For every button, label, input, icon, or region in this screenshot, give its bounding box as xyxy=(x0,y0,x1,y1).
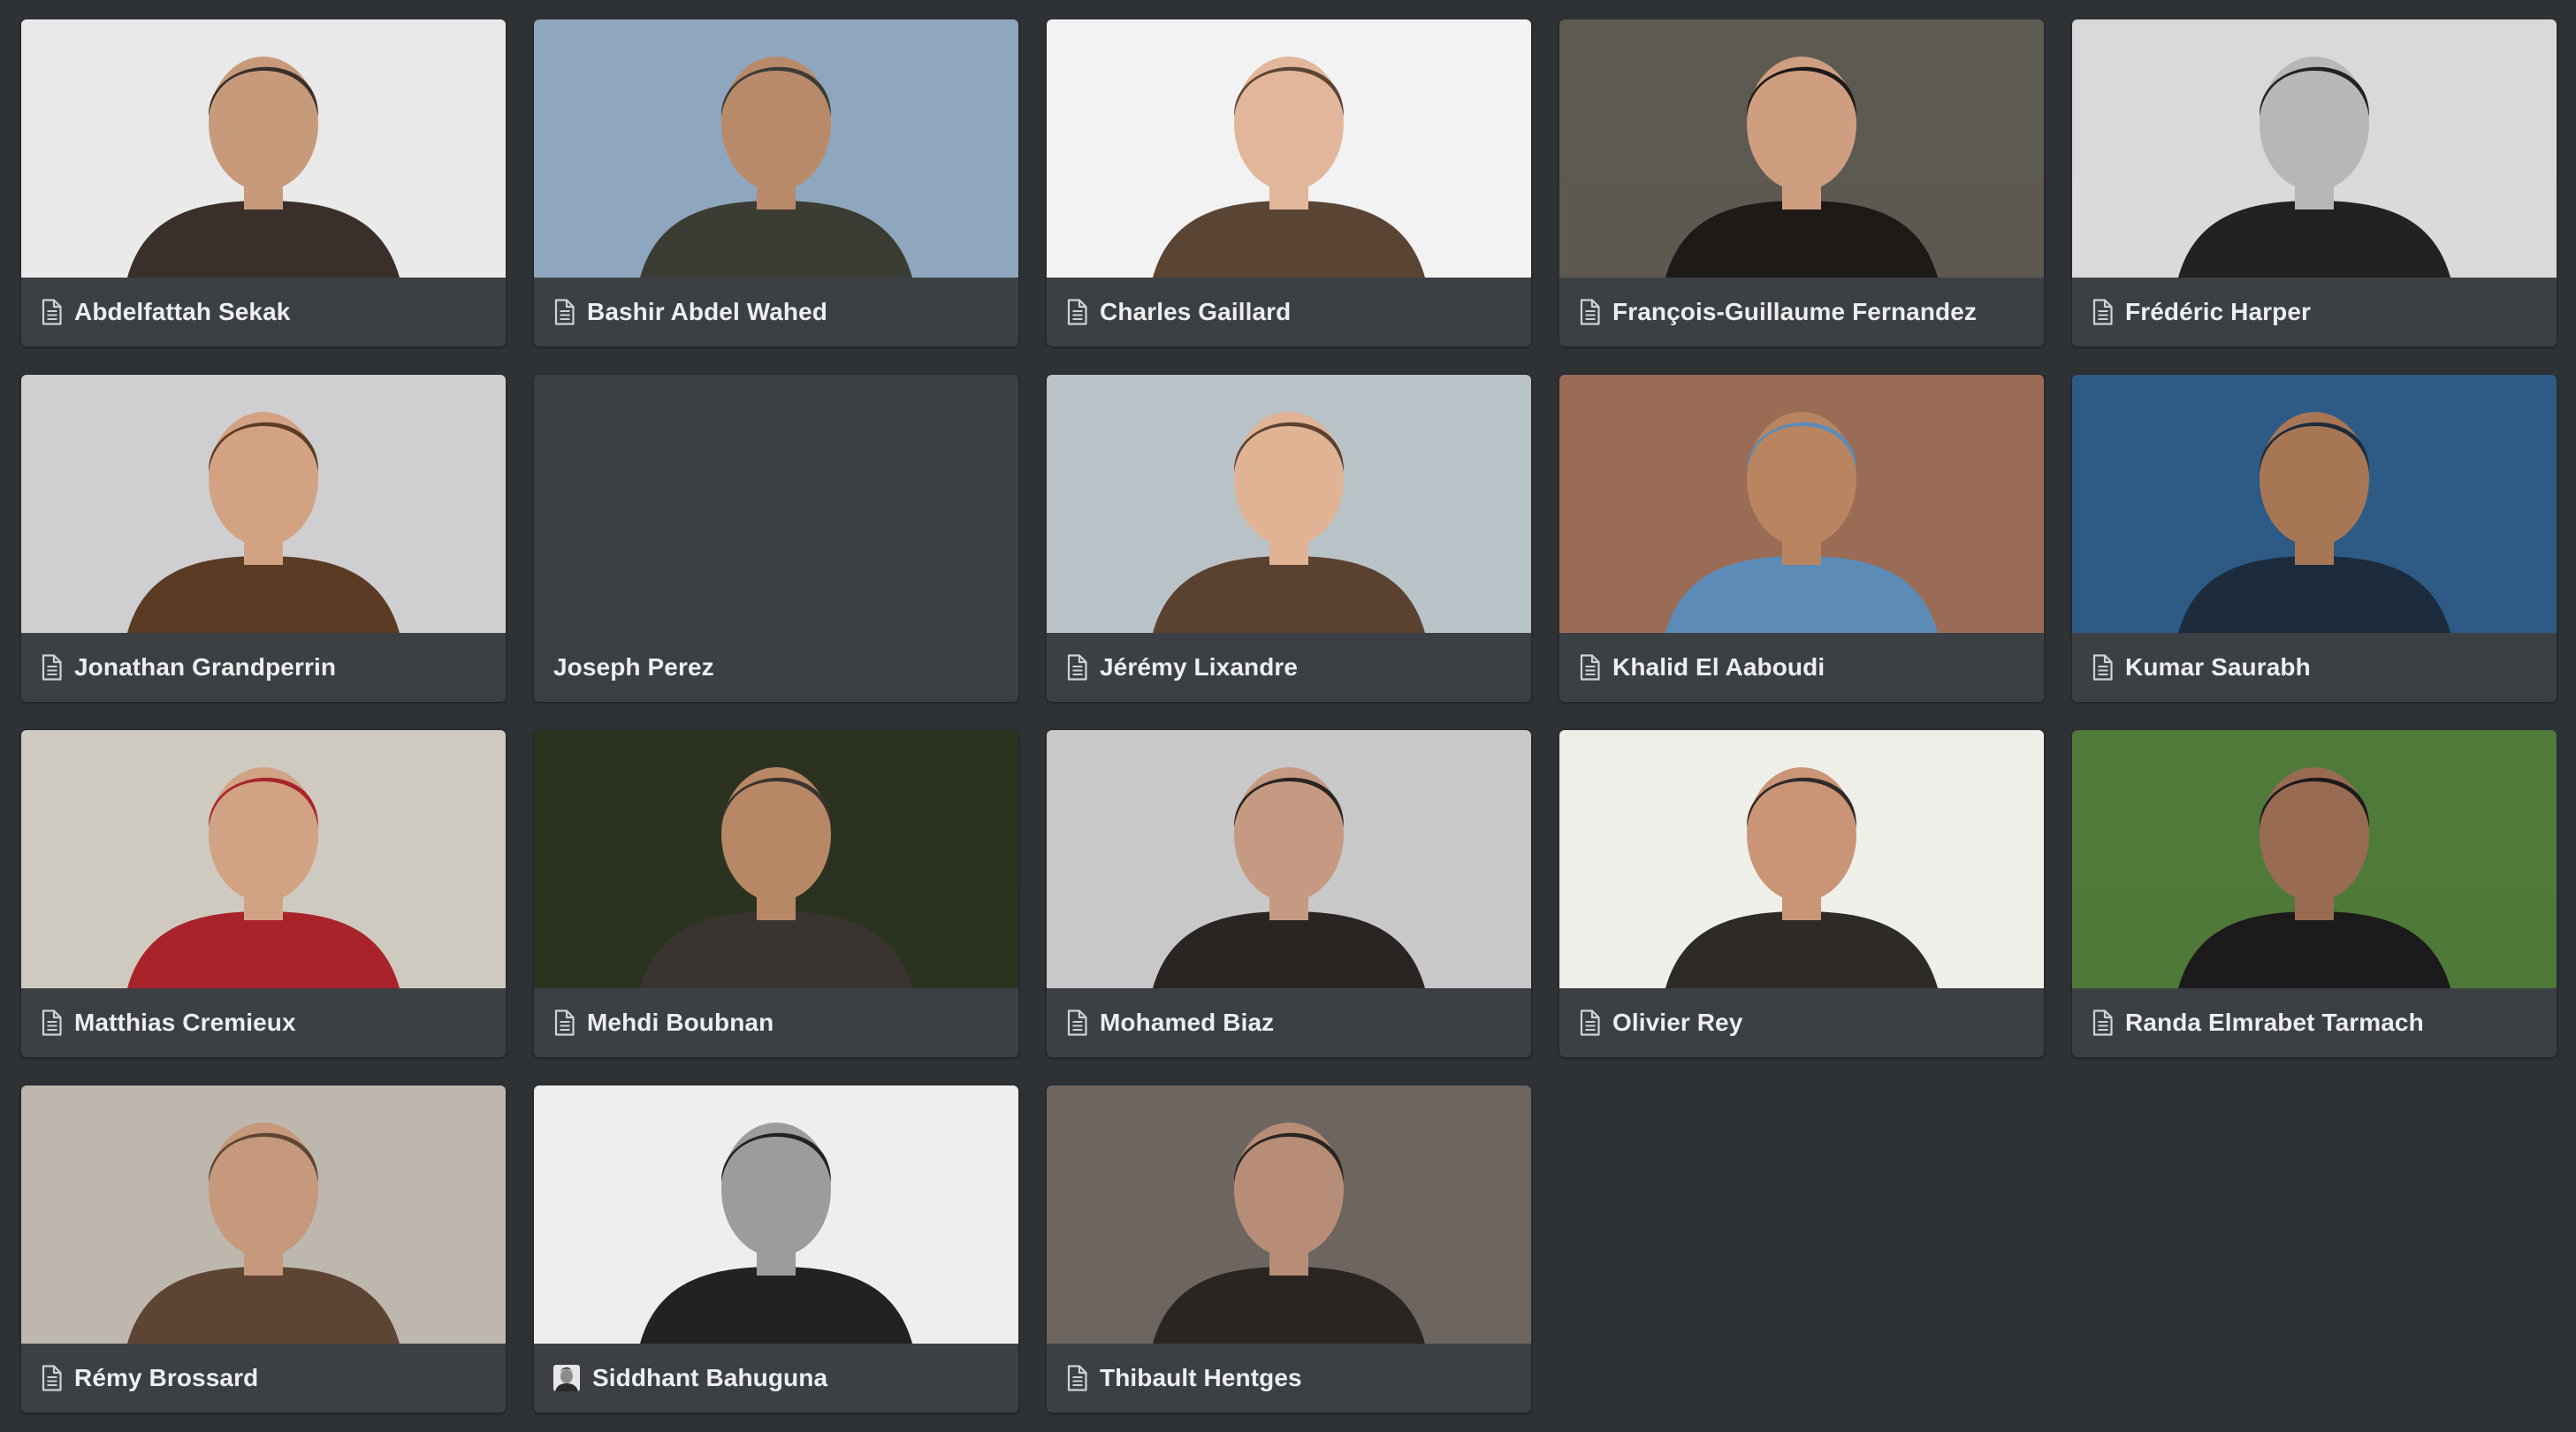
card-caption: Matthias Cremieux xyxy=(21,988,506,1057)
person-photo xyxy=(2072,19,2557,278)
person-photo xyxy=(21,1085,506,1344)
person-name: Siddhant Bahuguna xyxy=(592,1364,828,1391)
document-icon xyxy=(1066,1365,1087,1391)
card-caption: Charles Gaillard xyxy=(1047,278,1531,347)
person-card-jonathan-grandperrin[interactable]: Jonathan Grandperrin xyxy=(21,375,506,702)
document-icon xyxy=(2092,299,2113,325)
card-caption: Thibault Hentges xyxy=(1047,1344,1531,1413)
person-photo xyxy=(1559,730,2044,988)
person-card-siddhant-bahuguna[interactable]: Siddhant Bahuguna xyxy=(534,1085,1018,1413)
person-card-remy-brossard[interactable]: Rémy Brossard xyxy=(21,1085,506,1413)
card-caption: Abdelfattah Sekak xyxy=(21,278,506,347)
card-caption: Mohamed Biaz xyxy=(1047,988,1531,1057)
person-photo xyxy=(1559,19,2044,278)
person-name: Joseph Perez xyxy=(553,653,714,681)
person-card-mehdi-boubnan[interactable]: Mehdi Boubnan xyxy=(534,730,1018,1057)
person-photo xyxy=(534,19,1018,278)
person-photo xyxy=(534,730,1018,988)
card-caption: Joseph Perez xyxy=(534,633,1018,702)
person-card-francois-guillaume-fernandez[interactable]: François-Guillaume Fernandez xyxy=(1559,19,2044,347)
person-name: Abdelfattah Sekak xyxy=(74,298,291,325)
person-photo xyxy=(534,1085,1018,1344)
document-icon xyxy=(41,1009,62,1036)
document-icon xyxy=(1066,1009,1087,1036)
person-photo xyxy=(1047,375,1531,633)
document-icon xyxy=(41,1365,62,1391)
person-card-randa-elmrabet-tarmach[interactable]: Randa Elmrabet Tarmach xyxy=(2072,730,2557,1057)
person-photo xyxy=(21,375,506,633)
document-icon xyxy=(1579,299,1600,325)
person-name: Kumar Saurabh xyxy=(2125,653,2311,681)
person-card-matthias-cremieux[interactable]: Matthias Cremieux xyxy=(21,730,506,1057)
person-name: Jonathan Grandperrin xyxy=(74,653,337,681)
person-card-bashir-abdel-wahed[interactable]: Bashir Abdel Wahed xyxy=(534,19,1018,347)
person-card-charles-gaillard[interactable]: Charles Gaillard xyxy=(1047,19,1531,347)
card-caption: Jonathan Grandperrin xyxy=(21,633,506,702)
document-icon xyxy=(2092,1009,2113,1036)
person-name: Charles Gaillard xyxy=(1100,298,1292,325)
person-card-abdelfattah-sekak[interactable]: Abdelfattah Sekak xyxy=(21,19,506,347)
card-caption: Khalid El Aaboudi xyxy=(1559,633,2044,702)
person-card-khalid-el-aaboudi[interactable]: Khalid El Aaboudi xyxy=(1559,375,2044,702)
person-name: Matthias Cremieux xyxy=(74,1009,296,1036)
card-caption: Rémy Brossard xyxy=(21,1344,506,1413)
card-caption: Kumar Saurabh xyxy=(2072,633,2557,702)
document-icon xyxy=(553,1009,575,1036)
card-caption: François-Guillaume Fernandez xyxy=(1559,278,2044,347)
person-name: Bashir Abdel Wahed xyxy=(587,298,827,325)
person-card-frederic-harper[interactable]: Frédéric Harper xyxy=(2072,19,2557,347)
person-card-mohamed-biaz[interactable]: Mohamed Biaz xyxy=(1047,730,1531,1057)
person-photo xyxy=(21,730,506,988)
person-name: Thibault Hentges xyxy=(1100,1364,1302,1391)
person-card-olivier-rey[interactable]: Olivier Rey xyxy=(1559,730,2044,1057)
card-caption: Mehdi Boubnan xyxy=(534,988,1018,1057)
person-card-joseph-perez[interactable]: Joseph Perez xyxy=(534,375,1018,702)
avatar-icon xyxy=(553,1365,580,1391)
person-photo xyxy=(2072,730,2557,988)
card-caption: Jérémy Lixandre xyxy=(1047,633,1531,702)
people-gallery: Abdelfattah Sekak Bashir Abdel Wahed Charl… xyxy=(21,19,2558,1413)
person-name: Jérémy Lixandre xyxy=(1100,653,1299,681)
card-caption: Frédéric Harper xyxy=(2072,278,2557,347)
card-caption: Siddhant Bahuguna xyxy=(534,1344,1018,1413)
document-icon xyxy=(1066,654,1087,681)
person-card-jeremy-lixandre[interactable]: Jérémy Lixandre xyxy=(1047,375,1531,702)
person-photo xyxy=(21,19,506,278)
person-name: Randa Elmrabet Tarmach xyxy=(2125,1009,2424,1036)
person-name: Mohamed Biaz xyxy=(1100,1009,1275,1036)
document-icon xyxy=(41,654,62,681)
person-photo xyxy=(1047,19,1531,278)
card-caption: Olivier Rey xyxy=(1559,988,2044,1057)
person-photo xyxy=(1559,375,2044,633)
document-icon xyxy=(2092,654,2113,681)
person-name: Khalid El Aaboudi xyxy=(1612,653,1825,681)
document-icon xyxy=(1579,1009,1600,1036)
person-name: François-Guillaume Fernandez xyxy=(1612,298,1977,325)
document-icon xyxy=(41,299,62,325)
person-name: Rémy Brossard xyxy=(74,1364,259,1391)
person-photo xyxy=(1047,1085,1531,1344)
person-photo xyxy=(1047,730,1531,988)
person-photo xyxy=(2072,375,2557,633)
document-icon xyxy=(553,299,575,325)
document-icon xyxy=(1066,299,1087,325)
person-name: Olivier Rey xyxy=(1612,1009,1743,1036)
person-name: Frédéric Harper xyxy=(2125,298,2312,325)
card-caption: Randa Elmrabet Tarmach xyxy=(2072,988,2557,1057)
card-caption: Bashir Abdel Wahed xyxy=(534,278,1018,347)
document-icon xyxy=(1579,654,1600,681)
person-card-thibault-hentges[interactable]: Thibault Hentges xyxy=(1047,1085,1531,1413)
person-name: Mehdi Boubnan xyxy=(587,1009,774,1036)
person-card-kumar-saurabh[interactable]: Kumar Saurabh xyxy=(2072,375,2557,702)
